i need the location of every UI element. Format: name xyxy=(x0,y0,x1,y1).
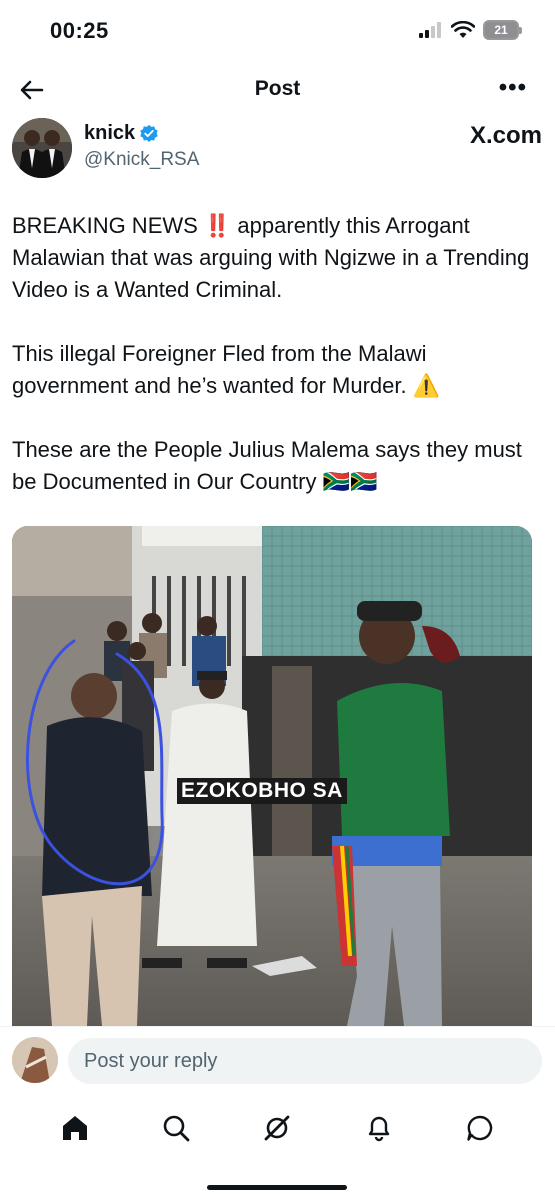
post-media-image[interactable]: EZOKOBHO SA xyxy=(12,526,532,1026)
bottom-navigation xyxy=(0,1098,555,1158)
post-author: knick @Knick_RSA X.com xyxy=(12,118,542,188)
author-handle[interactable]: @Knick_RSA xyxy=(84,149,199,171)
post-header: Post ••• xyxy=(0,62,555,118)
page-title: Post xyxy=(254,77,301,100)
status-time: 00:25 xyxy=(50,18,109,43)
user-avatar[interactable] xyxy=(12,1037,58,1083)
post-paragraph: This illegal Foreigner Fled from the Mal… xyxy=(12,341,441,398)
search-icon[interactable] xyxy=(160,1112,192,1144)
wifi-icon xyxy=(451,21,475,38)
signal-icon xyxy=(419,22,441,38)
post-body: BREAKING NEWS ‼️ apparently this Arrogan… xyxy=(12,210,532,498)
notifications-icon[interactable] xyxy=(363,1112,395,1144)
more-options-icon[interactable]: ••• xyxy=(499,76,527,100)
author-name[interactable]: knick xyxy=(84,122,135,145)
home-icon[interactable] xyxy=(59,1112,91,1144)
post-paragraph: BREAKING NEWS ‼️ apparently this Arrogan… xyxy=(12,213,530,302)
author-name-row[interactable]: knick xyxy=(84,122,159,145)
status-icons: 21 xyxy=(419,20,522,40)
video-caption: EZOKOBHO SA xyxy=(177,778,347,804)
messages-icon[interactable] xyxy=(464,1112,496,1144)
post-paragraph: These are the People Julius Malema says … xyxy=(12,437,522,494)
verified-badge-icon xyxy=(140,124,158,142)
reply-input[interactable] xyxy=(68,1038,542,1084)
grok-icon[interactable] xyxy=(261,1112,293,1144)
battery-level: 21 xyxy=(494,23,508,37)
source-watermark: X.com xyxy=(469,122,542,149)
status-bar: 00:25 21 xyxy=(0,0,555,62)
author-avatar[interactable] xyxy=(12,118,72,178)
reply-bar xyxy=(0,1026,555,1098)
home-indicator xyxy=(207,1185,347,1190)
battery-indicator: 21 xyxy=(483,20,522,40)
